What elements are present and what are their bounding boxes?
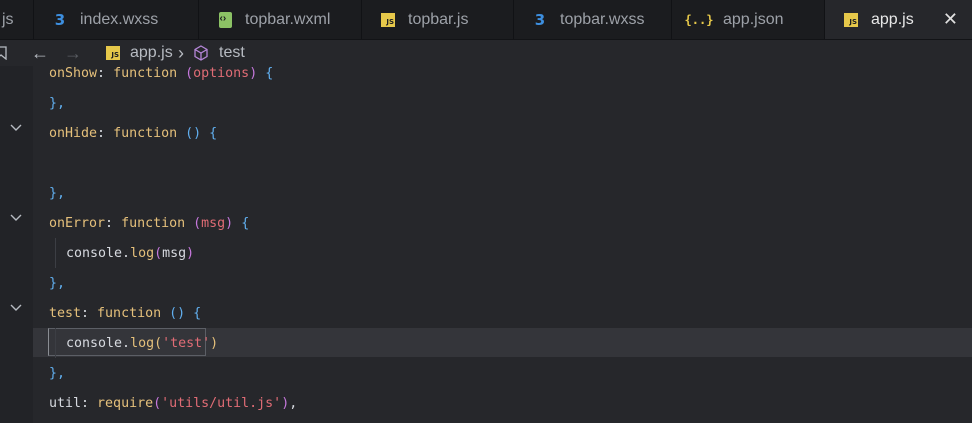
- tab-label: app.json: [723, 10, 784, 28]
- back-button[interactable]: ←: [31, 40, 49, 66]
- xml-icon: [217, 11, 233, 28]
- tab-label: topbar.wxss: [560, 10, 645, 28]
- chevron-down-icon[interactable]: [9, 301, 23, 315]
- code-line: onError: function (msg) {: [49, 216, 250, 231]
- json-icon: {..}: [684, 12, 714, 27]
- code-editor[interactable]: onShow: function (options) { }, onHide: …: [0, 66, 972, 423]
- editor-gutter: [0, 66, 33, 423]
- css-icon: 3: [534, 10, 546, 29]
- tab-index-wxss[interactable]: 3 index.wxss: [34, 0, 199, 39]
- tab-label: topbar.js: [408, 10, 469, 28]
- tab-label: app.js: [871, 10, 914, 28]
- tab-label: js: [2, 10, 14, 28]
- js-icon: JS: [843, 12, 859, 28]
- indent-guide: [55, 328, 56, 358]
- code-line: },: [49, 366, 66, 381]
- tab-label: index.wxss: [80, 10, 159, 28]
- css-icon: 3: [54, 10, 66, 29]
- tab-app-js[interactable]: JS app.js ✕: [825, 0, 972, 39]
- tab-topbar-js[interactable]: JS topbar.js: [362, 0, 514, 39]
- code-line: util: require('utils/util.js'),: [49, 396, 298, 411]
- code-line: },: [49, 276, 66, 291]
- chevron-down-icon[interactable]: [9, 121, 23, 135]
- code-line: console.log(msg): [66, 246, 195, 261]
- code-line: console.log('test'): [66, 336, 219, 351]
- code-line: },: [49, 96, 66, 111]
- code-line: },: [49, 186, 66, 201]
- tab-app-json[interactable]: {..} app.json: [672, 0, 825, 39]
- tab-topbar-wxml[interactable]: topbar.wxml: [199, 0, 362, 39]
- bookmark-icon[interactable]: [0, 40, 8, 66]
- tab-topbar-wxss[interactable]: 3 topbar.wxss: [514, 0, 672, 39]
- close-tab-button[interactable]: ✕: [943, 9, 958, 30]
- code-line: test: function () {: [49, 306, 202, 321]
- chevron-down-icon[interactable]: [9, 211, 23, 225]
- code-line: onHide: function () {: [49, 126, 218, 141]
- indent-guide: [55, 238, 56, 268]
- js-icon: JS: [380, 12, 396, 28]
- tab-js-partial[interactable]: js: [0, 0, 34, 39]
- editor-tab-bar: js 3 index.wxss topbar.wxml JS topbar.js…: [0, 0, 972, 40]
- code-line: onShow: function (options) {: [49, 66, 274, 81]
- tab-label: topbar.wxml: [245, 10, 331, 28]
